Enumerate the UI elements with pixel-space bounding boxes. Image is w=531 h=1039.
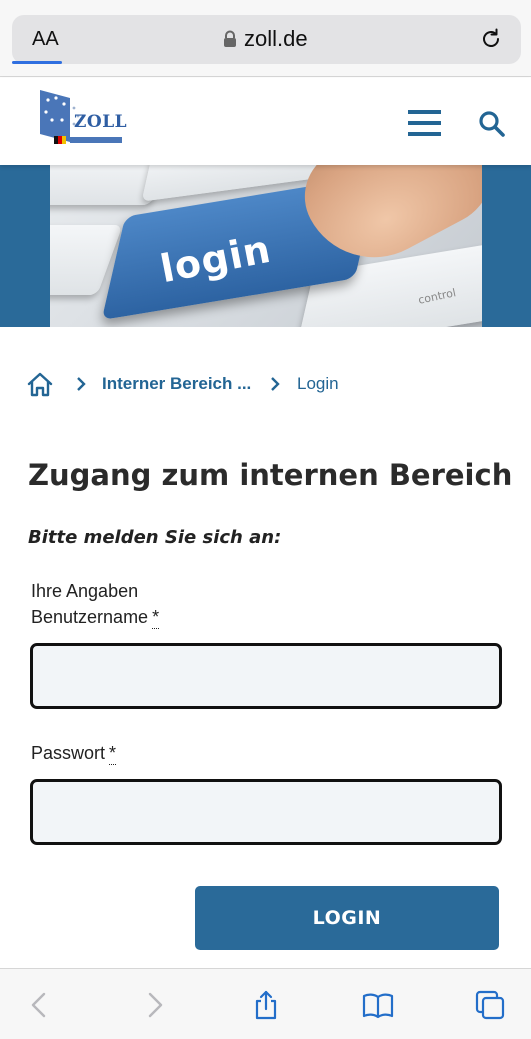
address-bar[interactable]: AA zoll.de bbox=[12, 15, 521, 64]
menu-icon-bar bbox=[408, 121, 441, 125]
hero-image: login control bbox=[50, 165, 482, 327]
breadcrumb-current: Login bbox=[297, 374, 339, 393]
back-icon[interactable] bbox=[24, 989, 56, 1021]
menu-icon-bar bbox=[408, 110, 441, 114]
page-title: Zugang zum internen Bereich bbox=[28, 458, 513, 492]
form-legend: Ihre Angaben bbox=[31, 581, 139, 601]
password-input[interactable] bbox=[30, 779, 502, 845]
username-label-text: Benutzername bbox=[31, 607, 149, 627]
page: AA zoll.de ZOLL login control Interner B… bbox=[0, 0, 531, 1039]
breadcrumb: Interner Bereich ... Login bbox=[26, 368, 506, 400]
hero-banner: login control bbox=[0, 165, 531, 327]
search-icon[interactable] bbox=[478, 110, 506, 138]
site-header: ZOLL bbox=[0, 78, 531, 165]
browser-bottom-toolbar bbox=[0, 968, 531, 1039]
chevron-right-icon bbox=[271, 377, 280, 391]
intro-text: Bitte melden Sie sich an: bbox=[28, 527, 282, 548]
username-label: Benutzername * bbox=[31, 607, 160, 629]
tabs-icon[interactable] bbox=[474, 989, 506, 1021]
browser-top-bar: AA zoll.de bbox=[0, 0, 531, 77]
menu-button[interactable] bbox=[408, 110, 441, 137]
password-label: Passwort * bbox=[31, 743, 117, 765]
breadcrumb-link-internal[interactable]: Interner Bereich ... bbox=[102, 374, 251, 394]
chevron-right-icon bbox=[77, 377, 86, 391]
logo-text: ZOLL bbox=[74, 112, 128, 132]
required-marker: * bbox=[109, 743, 117, 765]
forward-icon[interactable] bbox=[138, 989, 170, 1021]
bookmarks-icon[interactable] bbox=[362, 989, 394, 1021]
page-load-progress bbox=[12, 61, 62, 64]
text-size-button[interactable]: AA bbox=[32, 28, 59, 51]
zoll-logo[interactable]: ZOLL bbox=[40, 90, 128, 148]
share-icon[interactable] bbox=[250, 989, 282, 1021]
password-label-text: Passwort bbox=[31, 743, 106, 763]
required-marker: * bbox=[152, 607, 160, 629]
home-icon[interactable] bbox=[26, 370, 54, 398]
text-size-label: AA bbox=[32, 28, 59, 50]
login-button[interactable]: LOGIN bbox=[195, 886, 499, 950]
menu-icon-bar bbox=[408, 132, 441, 136]
reload-icon[interactable] bbox=[479, 27, 503, 51]
lock-icon bbox=[224, 30, 236, 47]
url-text: zoll.de bbox=[244, 26, 308, 51]
username-input[interactable] bbox=[30, 643, 502, 709]
